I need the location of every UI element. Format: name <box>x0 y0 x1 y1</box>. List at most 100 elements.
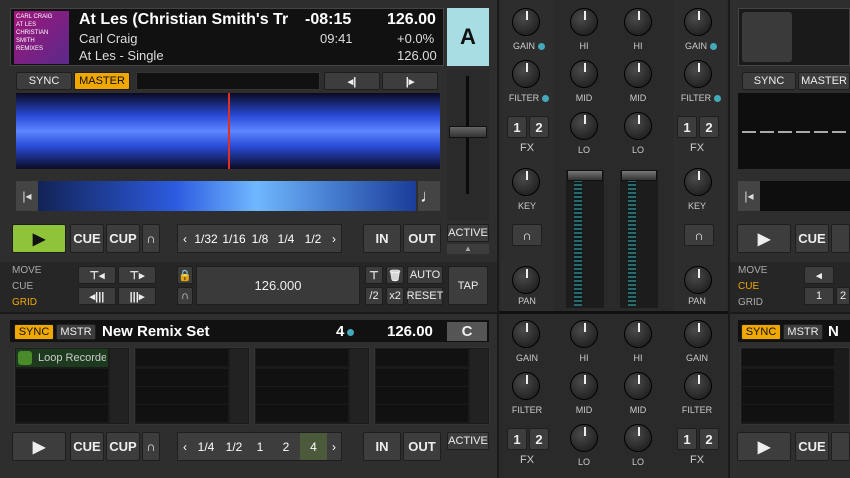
deck-d-slot-1-row-1[interactable] <box>742 349 834 366</box>
deck-c-mstr-button[interactable]: MSTR <box>56 324 96 340</box>
remix-slot-4-row-4[interactable] <box>376 405 468 422</box>
deck-c-in-button[interactable]: IN <box>363 432 401 461</box>
deck-c-loop-2[interactable]: 2 <box>273 432 299 461</box>
remix-slot-4-row-3[interactable] <box>376 387 468 404</box>
grid-auto-button[interactable]: AUTO <box>407 266 443 284</box>
mixer-a-lo-knob[interactable] <box>570 112 598 140</box>
deck-a-next-button[interactable]: |▸ <box>382 72 438 90</box>
loop-size-1-16[interactable]: 1/16 <box>220 224 248 253</box>
remix-slot-3-row-3[interactable] <box>256 387 348 404</box>
mixer-b-filter-knob[interactable] <box>684 60 712 88</box>
mixer-b-pan-knob[interactable] <box>684 266 712 294</box>
deck-c-loop-right-icon[interactable]: › <box>327 432 341 461</box>
remix-slot-4-row-1[interactable] <box>376 349 468 366</box>
loop-size-1-8[interactable]: 1/8 <box>248 224 272 253</box>
mixer-d-fx1-button[interactable]: 1 <box>677 428 697 450</box>
mixer-a-key-knob[interactable] <box>512 168 540 196</box>
remix-slot-3-row-4[interactable] <box>256 405 348 422</box>
deck-d-cup-button-partial[interactable] <box>831 432 850 461</box>
loop-left-icon[interactable]: ‹ <box>178 224 192 253</box>
deck-a-cup-button[interactable]: CUP <box>106 224 140 253</box>
deck-a-active-button[interactable]: ACTIVE <box>447 224 489 242</box>
remix-slot-2-row-4[interactable] <box>136 405 228 422</box>
mixer-c-gain-knob[interactable] <box>512 320 540 348</box>
mixer-d-filter-knob[interactable] <box>684 372 712 400</box>
deck-b-cue-slot-2[interactable]: 2 <box>836 287 850 305</box>
deck-a-cue-button[interactable]: CUE <box>70 224 104 253</box>
grid-set-marker-icon[interactable]: ⊤ <box>365 266 383 284</box>
mixer-a-pan-knob[interactable] <box>512 266 540 294</box>
remix-slot-1-fader[interactable] <box>110 349 128 423</box>
deck-d-cue-button[interactable]: CUE <box>795 432 829 461</box>
deck-d-mstr-button[interactable]: MSTR <box>783 324 823 340</box>
deck-c-loop-4[interactable]: 4 <box>300 433 327 460</box>
deck-a-master-button[interactable]: MASTER <box>74 72 130 90</box>
deck-a-sync-button[interactable]: SYNC <box>16 72 72 90</box>
deck-c-loop-1[interactable]: 1 <box>248 432 272 461</box>
deck-c-cue-button[interactable]: CUE <box>70 432 104 461</box>
remix-slot-2-row-2[interactable] <box>136 369 228 386</box>
deck-c-loop-1-2[interactable]: 1/2 <box>220 432 248 461</box>
deck-c-flux-button[interactable]: ∩ <box>142 432 160 461</box>
deck-a-mode-cue[interactable]: CUE <box>12 281 33 292</box>
deck-a-out-button[interactable]: OUT <box>403 224 441 253</box>
deck-d-slot-1-row-4[interactable] <box>742 405 834 422</box>
deck-a-tempo-fader-handle[interactable] <box>449 126 487 138</box>
mixer-b-hi-knob[interactable] <box>624 8 652 36</box>
remix-slot-3-fader[interactable] <box>350 349 368 423</box>
mixer-b-headphone-icon[interactable]: ∩ <box>684 224 714 246</box>
deck-c-letter[interactable]: C <box>447 322 487 341</box>
grid-reset-button[interactable]: RESET <box>407 287 443 305</box>
deck-b-sync-button[interactable]: SYNC <box>742 72 796 90</box>
mixer-d-mid-knob[interactable] <box>624 372 652 400</box>
mixer-a-volume-fader[interactable] <box>566 170 604 308</box>
deck-a-prev-button[interactable]: ◂| <box>324 72 380 90</box>
mixer-a-fader-handle[interactable] <box>567 170 603 181</box>
grid-marker-left-button[interactable]: ⊤◂ <box>78 266 116 284</box>
mixer-b-fx2-button[interactable]: 2 <box>699 116 719 138</box>
deck-c-loop-1-4[interactable]: 1/4 <box>192 432 220 461</box>
deck-c-play-button[interactable]: ▶ <box>12 432 66 461</box>
mixer-b-lo-knob[interactable] <box>624 112 652 140</box>
deck-b-cue-button[interactable]: CUE <box>795 224 829 253</box>
deck-a-active-arrow-icon[interactable]: ▲ <box>447 244 489 254</box>
mixer-b-mid-knob[interactable] <box>624 60 652 88</box>
grid-delete-icon[interactable]: 🗑 <box>386 266 404 284</box>
deck-d-sync-button[interactable]: SYNC <box>741 324 781 340</box>
mixer-b-fader-handle[interactable] <box>621 170 657 181</box>
deck-b-overview-start-icon[interactable]: |◂ <box>738 181 760 211</box>
mixer-c-filter-knob[interactable] <box>512 372 540 400</box>
loop-right-icon[interactable]: › <box>327 224 341 253</box>
deck-b-cue-slot-1[interactable]: 1 <box>804 287 834 305</box>
remix-slot-1-row-3[interactable] <box>16 387 108 404</box>
remix-slot-2-fader[interactable] <box>230 349 248 423</box>
grid-half-button[interactable]: /2 <box>365 287 383 305</box>
remix-slot-3-row-2[interactable] <box>256 369 348 386</box>
mixer-a-gain-knob[interactable] <box>512 8 540 36</box>
mixer-c-fx1-button[interactable]: 1 <box>507 428 527 450</box>
deck-a-mode-move[interactable]: MOVE <box>12 265 41 276</box>
grid-lock-icon[interactable]: 🔒 <box>177 266 193 284</box>
loop-size-1-4[interactable]: 1/4 <box>273 224 299 253</box>
deck-b-cue-prev-button[interactable]: ◂ <box>804 266 834 284</box>
remix-slot-3-row-1[interactable] <box>256 349 348 366</box>
grid-double-button[interactable]: x2 <box>386 287 404 305</box>
mixer-c-mid-knob[interactable] <box>570 372 598 400</box>
mixer-d-lo-knob[interactable] <box>624 424 652 452</box>
deck-d-play-button[interactable]: ▶ <box>737 432 791 461</box>
grid-marker-right-button[interactable]: ⊤▸ <box>118 266 156 284</box>
mixer-d-hi-knob[interactable] <box>624 320 652 348</box>
mixer-d-gain-knob[interactable] <box>684 320 712 348</box>
deck-b-play-button[interactable]: ▶ <box>737 224 791 253</box>
deck-c-loop-left-icon[interactable]: ‹ <box>178 432 192 461</box>
deck-b-mode-grid[interactable]: GRID <box>738 297 763 308</box>
remix-slot-4-row-2[interactable] <box>376 369 468 386</box>
remix-slot-1-row-4[interactable] <box>16 405 108 422</box>
deck-c-out-button[interactable]: OUT <box>403 432 441 461</box>
mixer-c-fx2-button[interactable]: 2 <box>529 428 549 450</box>
deck-c-active-button[interactable]: ACTIVE <box>447 432 489 450</box>
remix-slot-4-fader[interactable] <box>470 349 488 423</box>
deck-a-play-button[interactable]: ▶ <box>12 224 66 253</box>
deck-d-slot-1-row-3[interactable] <box>742 387 834 404</box>
deck-a-overview[interactable] <box>16 181 416 211</box>
